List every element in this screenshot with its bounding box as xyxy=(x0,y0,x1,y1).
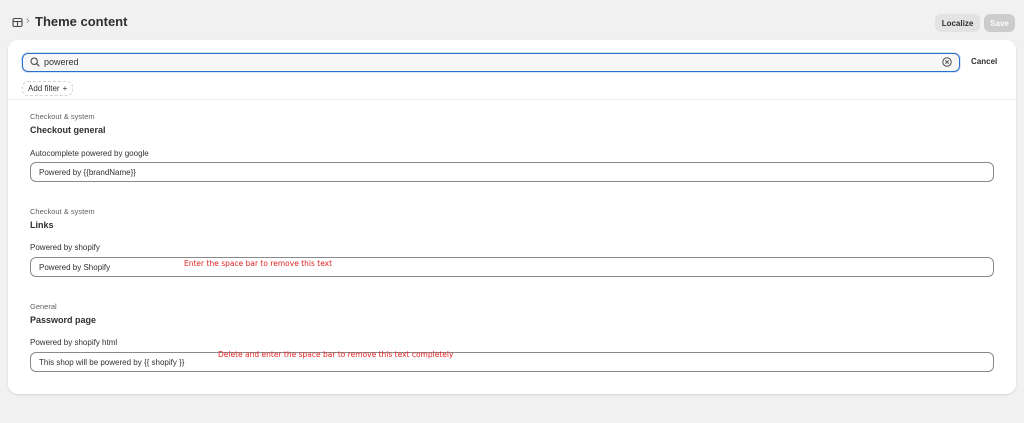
search-value: powered xyxy=(44,57,79,67)
localize-button[interactable]: Localize xyxy=(935,14,980,32)
filter-bar: Add filter + xyxy=(8,78,1016,100)
annotation-note: Delete and enter the space bar to remove… xyxy=(218,350,454,359)
section-category: Checkout & system xyxy=(30,112,95,121)
translation-field[interactable]: Powered by {{brandName}} xyxy=(30,162,994,182)
add-filter-button[interactable]: Add filter + xyxy=(22,81,74,96)
plus-icon: + xyxy=(62,84,68,93)
section-title: Checkout general xyxy=(30,125,106,135)
theme-content-card: powered Cancel Add filter + Checkout & s… xyxy=(8,40,1016,394)
translation-field[interactable]: This shop will be powered by {{ shopify … xyxy=(30,352,994,372)
cancel-button[interactable]: Cancel xyxy=(971,57,997,66)
field-label: Powered by shopify xyxy=(30,243,100,252)
field-label: Powered by shopify html xyxy=(30,338,118,347)
add-filter-label: Add filter xyxy=(28,84,60,93)
store-icon[interactable] xyxy=(12,17,23,28)
field-value: Powered by {{brandName}} xyxy=(39,168,136,177)
field-value: This shop will be powered by {{ shopify … xyxy=(39,358,185,367)
breadcrumb-chevron-icon: › xyxy=(26,15,30,27)
section-title: Links xyxy=(30,220,54,230)
save-button[interactable]: Save xyxy=(984,14,1015,32)
clear-search-icon[interactable] xyxy=(942,57,952,67)
translation-field[interactable]: Powered by Shopify xyxy=(30,257,994,277)
field-label: Autocomplete powered by google xyxy=(30,149,149,158)
field-value: Powered by Shopify xyxy=(39,263,111,272)
search-icon xyxy=(30,57,40,67)
page-title: Theme content xyxy=(35,14,128,29)
section-category: Checkout & system xyxy=(30,207,95,216)
section-title: Password page xyxy=(30,315,97,325)
section-category: General xyxy=(30,302,57,311)
top-bar: › Theme content Localize Save xyxy=(0,0,1024,40)
annotation-note: Enter the space bar to remove this text xyxy=(184,259,333,268)
search-input[interactable]: powered xyxy=(22,53,960,72)
